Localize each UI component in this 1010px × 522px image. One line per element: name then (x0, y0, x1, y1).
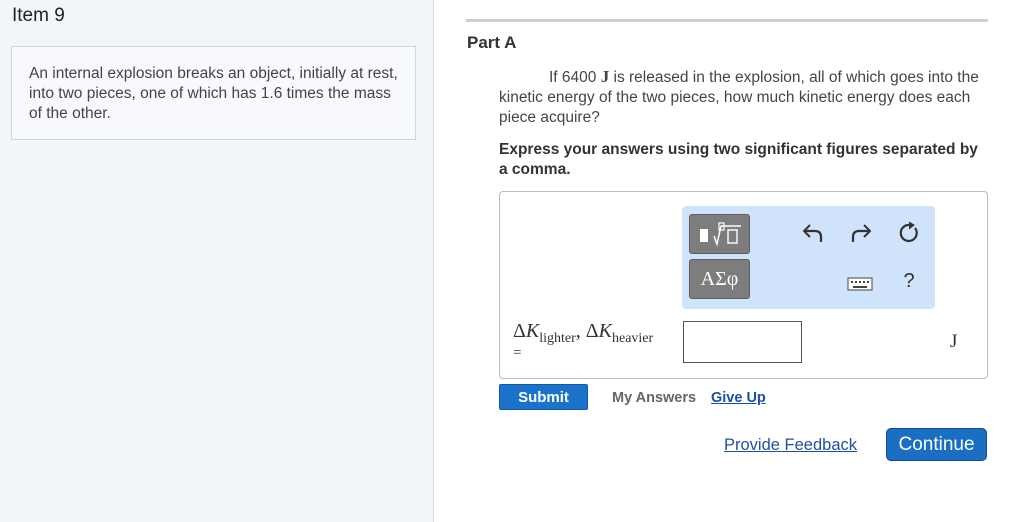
part-title: Part A (467, 33, 517, 52)
item-title: Item 9 (12, 5, 65, 26)
variable-k: K (598, 320, 612, 342)
reset-icon (899, 222, 918, 243)
symbols-button[interactable]: ΑΣφ (689, 259, 750, 299)
subscript-heavier: heavier (611, 331, 654, 346)
unit-label: J (950, 331, 958, 352)
item-panel: Item 9 An internal explosion breaks an o… (0, 0, 434, 522)
problem-intro: An internal explosion breaks an object, … (11, 46, 416, 140)
continue-button[interactable]: Continue (886, 428, 987, 461)
question-unit: J (600, 67, 610, 86)
templates-button[interactable] (689, 214, 750, 254)
question-text: If 6400 J is released in the explosion, … (499, 67, 987, 128)
help-button[interactable]: ? (895, 267, 923, 295)
give-up-link[interactable]: Give Up (711, 390, 766, 406)
reset-button[interactable] (895, 219, 923, 247)
delta-symbol: Δ (585, 320, 599, 342)
answer-label: ΔKlighter, ΔKheavier (513, 320, 654, 346)
my-answers-link[interactable]: My Answers (612, 390, 696, 406)
separator: , (575, 320, 586, 342)
answer-input[interactable] (683, 321, 802, 363)
part-divider (466, 19, 988, 22)
keyboard-button[interactable] (846, 270, 874, 298)
subscript-lighter: lighter (539, 331, 576, 346)
provide-feedback-link[interactable]: Provide Feedback (724, 436, 857, 455)
redo-button[interactable] (847, 219, 875, 247)
delta-symbol: Δ (513, 320, 526, 342)
undo-icon (803, 224, 823, 242)
variable-k: K (525, 320, 540, 342)
undo-button[interactable] (799, 219, 827, 247)
equals-sign: = (513, 345, 522, 361)
templates-icon (699, 222, 741, 247)
keyboard-icon (847, 277, 873, 291)
math-toolbar: ΑΣφ ? (682, 206, 935, 309)
help-icon: ? (903, 269, 915, 292)
answer-instruction: Express your answers using two significa… (499, 141, 978, 178)
redo-icon (851, 224, 871, 242)
submit-button[interactable]: Submit (499, 384, 588, 410)
question-prefix: If 6400 (549, 69, 601, 86)
